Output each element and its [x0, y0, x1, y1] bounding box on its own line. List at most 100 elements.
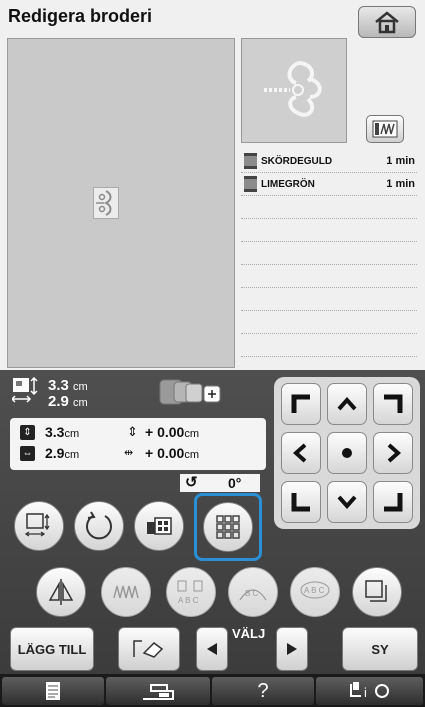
document-icon [46, 682, 60, 700]
thread-row-empty [241, 219, 417, 242]
thread-time: 1 min [386, 155, 415, 167]
letter-spacing-icon: A B C [177, 580, 203, 605]
home-button[interactable] [358, 6, 416, 38]
thread-spool-icon [244, 153, 257, 169]
vertical-move-value: + 0.00cm [145, 424, 199, 440]
thread-row-empty [241, 311, 417, 334]
corner-down-left-icon [291, 493, 310, 512]
move-up-button[interactable] [327, 383, 367, 425]
move-pad [274, 377, 420, 529]
size-position-panel: ⇕ 3.3cm ⇔ 2.9cm ⇕ + 0.00cm ⇹ + 0.00cm [10, 418, 266, 470]
move-up-left-button[interactable] [281, 383, 321, 425]
arc-text-button[interactable]: B C [228, 567, 278, 617]
page-title: Redigera broderi [8, 6, 153, 26]
move-down-right-button[interactable] [373, 481, 413, 523]
embroidery-canvas[interactable] [7, 38, 235, 368]
move-left-button[interactable] [281, 432, 321, 474]
move-down-button[interactable] [327, 481, 367, 523]
rotation-icon: ↺ [185, 474, 198, 491]
text-array-button[interactable]: A B C [290, 567, 340, 617]
thread-row-empty [241, 196, 417, 219]
resize-icon [24, 513, 50, 537]
rotation-value: 0° [228, 475, 242, 491]
thread-row-empty [241, 242, 417, 265]
thread-row: LIMEGRÖN 1 min [241, 173, 417, 196]
pattern-size-icon [12, 377, 38, 403]
add-button[interactable]: LÄGG TILL [10, 627, 94, 671]
select-label: VÄLJ [232, 626, 266, 641]
thread-time: 1 min [386, 178, 415, 190]
move-right-button[interactable] [373, 432, 413, 474]
eraser-icon [133, 640, 164, 658]
move-down-left-button[interactable] [281, 481, 321, 523]
chevron-left-icon [292, 443, 307, 463]
height-value: 3.3cm [45, 424, 80, 440]
thread-display-button[interactable] [366, 115, 404, 143]
density-button[interactable] [101, 567, 151, 617]
arc-text-icon: B C [239, 589, 267, 601]
thread-spool-icon [244, 176, 257, 192]
triangle-right-icon [287, 643, 297, 655]
svg-text:i: i [364, 685, 367, 700]
horizontal-move-value: + 0.00cm [145, 445, 199, 461]
vertical-size-icon: ⇕ [20, 425, 35, 440]
border-button[interactable] [352, 567, 402, 617]
thread-color-list: SKÖRDEGULD 1 min LIMEGRÖN 1 min [241, 150, 417, 368]
thread-palette-icon [147, 517, 172, 535]
mirror-icon [48, 579, 74, 605]
embroidery-motif[interactable] [93, 187, 119, 219]
svg-text:B C: B C [245, 589, 259, 598]
select-next-button[interactable] [276, 627, 308, 671]
center-button[interactable] [327, 432, 367, 474]
presser-foot-tab[interactable]: i [316, 677, 423, 705]
sewing-machine-icon [143, 684, 174, 700]
thread-palette-button[interactable] [134, 501, 184, 551]
thread-row: SKÖRDEGULD 1 min [241, 150, 417, 173]
chevron-right-icon [387, 443, 402, 463]
thread-name: SKÖRDEGULD [261, 155, 333, 167]
move-up-right-button[interactable] [373, 383, 413, 425]
corner-up-left-icon [291, 394, 310, 413]
selected-highlight [194, 493, 262, 561]
page-tab[interactable] [2, 677, 104, 705]
thread-row-empty [241, 334, 417, 357]
pattern-preview [241, 38, 347, 143]
select-prev-button[interactable] [196, 627, 228, 671]
chevron-down-icon [337, 495, 357, 510]
zigzag-stitch-icon [113, 585, 139, 599]
border-frame-icon [365, 580, 387, 602]
horizontal-move-icon: ⇹ [124, 447, 134, 459]
home-icon [375, 11, 399, 34]
thread-spool-icon [372, 120, 398, 138]
thread-row-empty [241, 265, 417, 288]
chevron-up-icon [337, 396, 357, 411]
text-array-icon: A B C [300, 581, 330, 599]
machine-settings-tab[interactable] [106, 677, 210, 705]
width-value: 2.9cm [45, 445, 80, 461]
mirror-button[interactable] [36, 567, 86, 617]
svg-text:A B C: A B C [304, 586, 325, 595]
pattern-width-readout: 2.9 cm [48, 393, 88, 410]
motif-pattern-icon [96, 190, 112, 216]
question-mark-icon: ? [257, 679, 269, 702]
presser-foot-lock-icon: i [349, 682, 389, 700]
rotate-button[interactable] [74, 501, 124, 551]
bottom-bar: ? i [0, 674, 425, 707]
corner-down-right-icon [384, 493, 403, 512]
center-dot-icon [342, 448, 352, 458]
thread-name: LIMEGRÖN [261, 178, 315, 190]
help-tab[interactable]: ? [212, 677, 314, 705]
sew-button[interactable]: SY [342, 627, 418, 671]
rotate-icon [86, 511, 112, 540]
vertical-move-icon: ⇕ [127, 424, 138, 439]
preview-motif-icon [264, 61, 322, 117]
svg-text:A B C: A B C [178, 596, 199, 605]
frame-size-icon [159, 379, 221, 405]
triangle-left-icon [207, 643, 217, 655]
delete-button[interactable] [118, 627, 180, 671]
horizontal-size-icon: ⇔ [20, 446, 35, 461]
corner-up-right-icon [384, 394, 403, 413]
letter-spacing-button[interactable]: A B C [166, 567, 216, 617]
resize-button[interactable] [14, 501, 64, 551]
thread-row-empty [241, 288, 417, 311]
